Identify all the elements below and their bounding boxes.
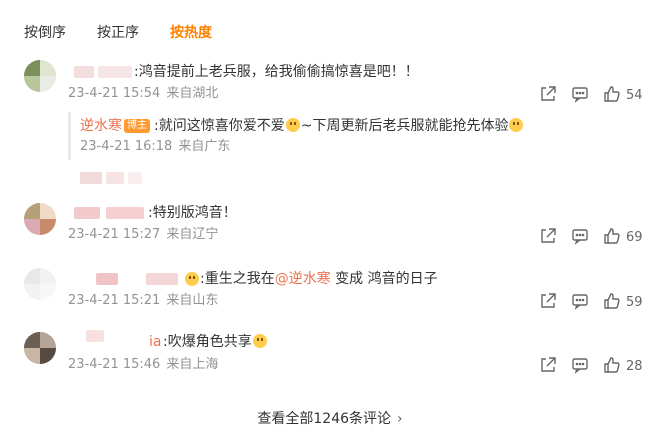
like-count: 28 bbox=[626, 359, 643, 374]
reply-divider bbox=[68, 112, 71, 160]
comment-meta: 23-4-21 15:27 来自辽宁 bbox=[68, 227, 218, 243]
reply-time: 23-4-21 16:18 bbox=[80, 139, 173, 154]
reply-location: 来自广东 bbox=[178, 139, 231, 154]
comment-meta: 23-4-21 15:54 来自湖北 bbox=[68, 86, 218, 102]
view-all-comments-link[interactable]: 查看全部1246条评论 › bbox=[0, 408, 660, 428]
comment-time: 23-4-21 15:27 bbox=[68, 227, 161, 242]
reply-author[interactable]: 逆水寒 bbox=[80, 117, 122, 135]
blurred-text bbox=[128, 172, 142, 184]
like-count: 69 bbox=[626, 230, 643, 245]
tab-by-heat[interactable]: 按热度 bbox=[170, 22, 212, 42]
tab-reverse-order[interactable]: 按倒序 bbox=[24, 22, 66, 42]
avatar[interactable] bbox=[24, 60, 56, 92]
mention-link[interactable]: @逆水寒 bbox=[275, 271, 331, 287]
thumbs-up-icon[interactable] bbox=[602, 291, 622, 311]
laugh-emoji-icon bbox=[509, 118, 524, 132]
comment-icon[interactable] bbox=[570, 291, 590, 311]
comment-text: :吹爆角色共享 bbox=[163, 333, 268, 351]
thumbs-up-icon[interactable] bbox=[602, 226, 622, 246]
comment-text: :特别版鸿音！ bbox=[148, 205, 237, 221]
reply-meta: 23-4-21 16:18 来自广东 bbox=[80, 139, 230, 155]
username-blurred[interactable] bbox=[106, 207, 144, 219]
reply-text: :就问这惊喜你爱不爱 ~下周更新后老兵服就能抢先体验 bbox=[154, 117, 524, 135]
tab-forward-order[interactable]: 按正序 bbox=[97, 22, 139, 42]
username-blurred[interactable] bbox=[96, 273, 118, 285]
blurred-text bbox=[106, 172, 124, 184]
avatar[interactable] bbox=[24, 268, 56, 300]
thumbs-up-icon[interactable] bbox=[602, 355, 622, 375]
comment-location: 来自山东 bbox=[166, 293, 219, 308]
comment-text: :重生之我在@逆水寒 变成 鸿音的日子 bbox=[200, 271, 438, 287]
comment-meta: 23-4-21 15:21 来自山东 bbox=[68, 293, 218, 309]
comment-location: 来自上海 bbox=[166, 357, 219, 372]
sort-tabs: 按倒序 按正序 按热度 bbox=[0, 0, 660, 60]
username-blurred[interactable] bbox=[74, 207, 100, 219]
blogger-badge: 博主 bbox=[124, 119, 150, 133]
comment-time: 23-4-21 15:46 bbox=[68, 357, 161, 372]
emoji-icon bbox=[252, 334, 267, 348]
chevron-right-icon: › bbox=[397, 411, 403, 427]
share-icon[interactable] bbox=[538, 84, 558, 104]
avatar[interactable] bbox=[24, 332, 56, 364]
blurred-text bbox=[80, 172, 102, 184]
username-blurred[interactable] bbox=[98, 66, 132, 78]
comment-text: :鸿音提前上老兵服，给我偷偷搞惊喜是吧！！ bbox=[134, 64, 419, 80]
emoji-icon bbox=[185, 272, 199, 286]
username-blurred[interactable] bbox=[74, 66, 94, 78]
share-icon[interactable] bbox=[538, 355, 558, 375]
comment-location: 来自湖北 bbox=[166, 86, 219, 101]
comment-time: 23-4-21 15:54 bbox=[68, 86, 161, 101]
like-count: 54 bbox=[626, 88, 643, 103]
share-icon[interactable] bbox=[538, 226, 558, 246]
comment-icon[interactable] bbox=[570, 84, 590, 104]
comment-icon[interactable] bbox=[570, 355, 590, 375]
comment-location: 来自辽宁 bbox=[166, 227, 219, 242]
comment-icon[interactable] bbox=[570, 226, 590, 246]
smile-emoji-icon bbox=[285, 118, 300, 132]
comment-time: 23-4-21 15:21 bbox=[68, 293, 161, 308]
like-count: 59 bbox=[626, 295, 643, 310]
username-tail[interactable]: ia bbox=[149, 333, 161, 351]
comment-meta: 23-4-21 15:46 来自上海 bbox=[68, 357, 218, 373]
avatar[interactable] bbox=[24, 203, 56, 235]
share-icon[interactable] bbox=[538, 291, 558, 311]
username-blurred[interactable] bbox=[86, 330, 104, 342]
thumbs-up-icon[interactable] bbox=[602, 84, 622, 104]
username-blurred[interactable] bbox=[146, 273, 178, 285]
